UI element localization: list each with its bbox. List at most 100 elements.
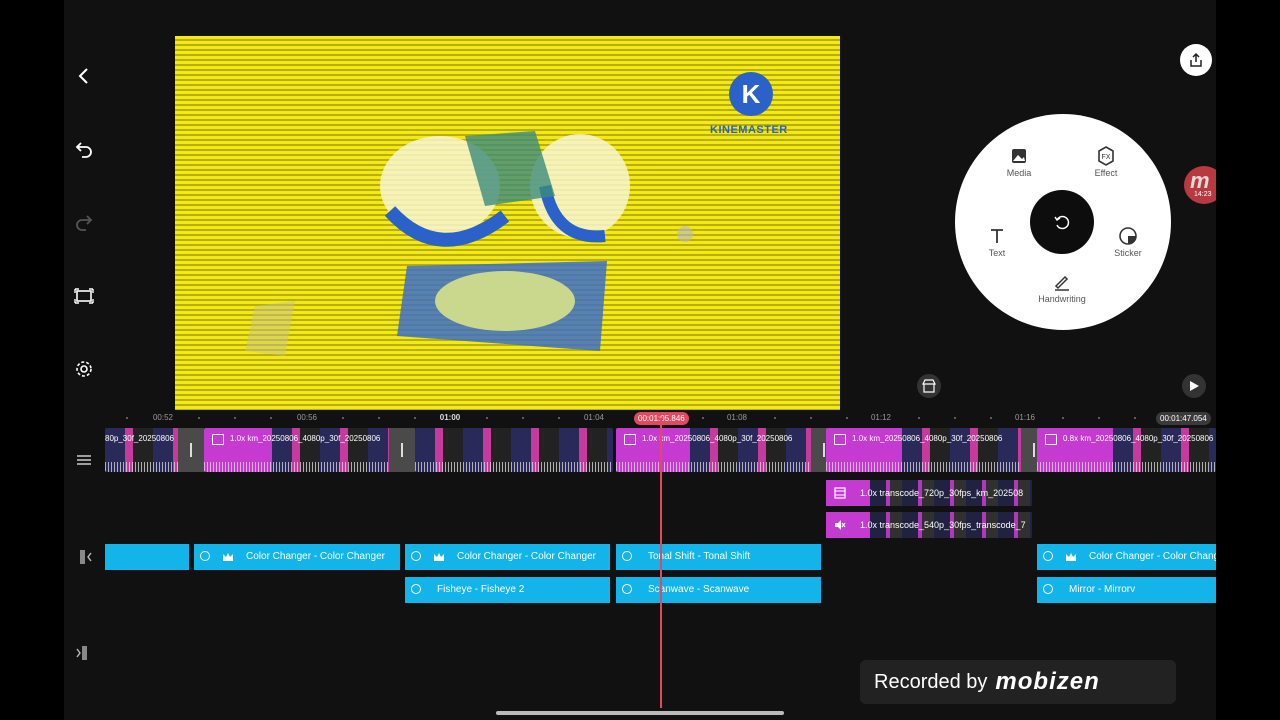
text-icon	[991, 229, 1003, 243]
asset-store-button[interactable]	[917, 374, 941, 398]
effect-label: Color Changer - Color Changer	[457, 551, 596, 562]
effect-label: Effect	[1094, 168, 1118, 178]
effect-icon	[411, 551, 421, 561]
fullscreen-icon	[74, 288, 94, 304]
sticker-icon	[1119, 227, 1137, 245]
rotate-button[interactable]	[1030, 190, 1094, 254]
floating-badge-time: 14:23	[1194, 191, 1212, 198]
chevron-left-icon	[78, 68, 88, 84]
collapse-icon	[80, 550, 92, 564]
play-button[interactable]	[1182, 374, 1206, 398]
video-clip[interactable]: 0.8x km_20250806_4080p_30f_20250806	[1037, 428, 1216, 472]
clip-waveform	[1037, 462, 1216, 472]
effect-label: Mirror - Mirrorv	[1069, 584, 1136, 595]
video-clip[interactable]: 1.0x km_20250806_4080p_30f_20250806	[204, 428, 402, 472]
clip-type-icon	[212, 434, 224, 445]
ruler-label: 01:08	[726, 413, 748, 422]
kinemaster-watermark-text: KINEMASTER	[710, 124, 788, 136]
clip-waveform	[204, 462, 402, 472]
ruler-label: 01:16	[1014, 413, 1036, 422]
store-icon	[922, 379, 936, 393]
effect-layer[interactable]	[105, 544, 189, 570]
sticker-button[interactable]: Sticker	[1093, 226, 1163, 258]
effect-label: Scanwave - Scanwave	[648, 584, 750, 595]
bottom-track-toggle[interactable]	[74, 644, 90, 662]
recorded-by-watermark: Recorded by mobizen	[860, 660, 1176, 704]
effect-layer[interactable]: Color Changer - Color Changer	[405, 544, 610, 570]
gear-icon	[76, 361, 92, 377]
undo-button[interactable]	[72, 137, 96, 161]
effect-icon	[622, 551, 632, 561]
effect-label: Tonal Shift - Tonal Shift	[648, 551, 751, 562]
recorded-by-text: Recorded by	[874, 670, 988, 693]
clip-label: 0.8x km_20250806_4080p_30f_20250806	[1063, 434, 1214, 443]
effect-icon	[411, 584, 421, 594]
svg-text:FX: FX	[1102, 154, 1111, 161]
back-button[interactable]	[72, 64, 96, 88]
clip-type-icon	[624, 434, 636, 445]
effect-layer[interactable]: Color Changer - Color Changer	[1037, 544, 1216, 570]
playhead[interactable]	[660, 418, 662, 708]
redo-button[interactable]	[72, 210, 96, 234]
kinemaster-logo: K	[729, 72, 773, 116]
video-clip[interactable]: 1.0x km_20250806_4080p_30f_20250806	[616, 428, 814, 472]
editor-screen: K KINEMASTER Media FX Effect Text Sticke…	[64, 0, 1216, 720]
ruler-label: 01:12	[870, 413, 892, 422]
mobizen-logo: mobizen	[995, 668, 1100, 695]
video-clip[interactable]: 1.0x km_20250806_4080p_30f_20250806	[826, 428, 1024, 472]
effect-layer[interactable]: Mirror - Mirrorv	[1037, 577, 1216, 603]
floating-recorder-badge[interactable]: m 14:23	[1184, 166, 1216, 204]
video-preview[interactable]: K KINEMASTER	[175, 36, 840, 410]
effect-layer[interactable]: Tonal Shift - Tonal Shift	[616, 544, 821, 570]
text-label: Text	[988, 248, 1006, 258]
video-layer[interactable]: 1.0x transcode_720p_30fps_km_202508	[826, 480, 1032, 506]
transition-handle[interactable]	[178, 428, 204, 472]
video-clip[interactable]	[415, 428, 613, 472]
text-button[interactable]: Text	[962, 226, 1032, 258]
radial-menu: Media FX Effect Text Sticker Handwriting	[955, 114, 1171, 330]
clip-waveform	[826, 462, 1024, 472]
expand-icon	[76, 646, 87, 660]
expand-tracks-icon	[77, 455, 91, 465]
effect-layer[interactable]: Scanwave - Scanwave	[616, 577, 821, 603]
handwriting-icon	[1054, 275, 1069, 291]
effect-button[interactable]: FX Effect	[1071, 146, 1141, 178]
clip-waveform	[105, 462, 189, 472]
handwriting-button[interactable]: Handwriting	[1027, 272, 1097, 304]
media-button[interactable]: Media	[984, 146, 1054, 178]
play-icon	[1190, 381, 1199, 391]
clip-type-icon	[834, 434, 846, 445]
transition-handle[interactable]	[389, 428, 415, 472]
clip-label: 1.0x km_20250806_4080p_30f_20250806	[852, 434, 1003, 443]
sticker-label: Sticker	[1114, 248, 1142, 258]
rotate-icon	[1054, 215, 1070, 230]
clip-waveform	[616, 462, 814, 472]
effect-icon	[200, 551, 210, 561]
media-icon	[1012, 149, 1026, 163]
effect-icon	[622, 584, 632, 594]
clip-label: 1.0x km_20250806_4080p_30f_20250806	[230, 434, 381, 443]
timeline-expand-button[interactable]	[74, 450, 94, 470]
crown-icon	[434, 553, 444, 561]
crown-icon	[223, 553, 233, 561]
clip-label: 1.0x km_20250806_4080p_30f_20250806	[642, 434, 793, 443]
share-button[interactable]	[1180, 44, 1212, 76]
film-icon	[834, 487, 846, 499]
clip-waveform	[415, 462, 613, 472]
video-clip[interactable]: 80p_30f_20250806	[105, 428, 189, 472]
ruler-label: 01:04	[583, 413, 605, 422]
home-indicator[interactable]	[496, 711, 784, 715]
undo-icon	[75, 142, 92, 158]
effect-layer[interactable]: Color Changer - Color Changer	[194, 544, 400, 570]
effect-label: Fisheye - Fisheye 2	[437, 584, 525, 595]
effect-icon	[1043, 584, 1053, 594]
clip-type-icon	[1045, 434, 1057, 445]
fullscreen-button[interactable]	[72, 284, 96, 308]
video-layer[interactable]: 1.0x transcode_540p_30fps_transcode_7	[826, 512, 1032, 538]
ruler-label: 00:56	[296, 413, 318, 422]
settings-button[interactable]	[72, 357, 96, 381]
layer-label: 1.0x transcode_720p_30fps_km_202508	[860, 488, 1024, 498]
effects-track-toggle[interactable]	[78, 548, 94, 566]
clip-label: 80p_30f_20250806	[105, 434, 174, 443]
effect-layer[interactable]: Fisheye - Fisheye 2	[405, 577, 610, 603]
